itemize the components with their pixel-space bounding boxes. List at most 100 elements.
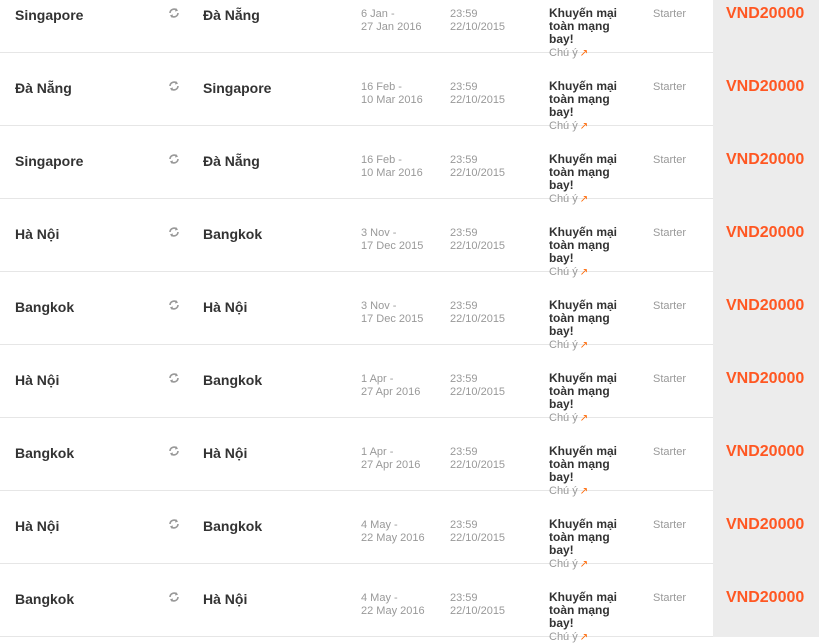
table-row[interactable]: Singapore Đà Nẵng 16 Feb - 10 Mar 2016 2… [0,126,819,205]
travel-start: 6 Jan - [361,8,395,20]
travel-end: 17 Dec 2015 [361,240,424,252]
deadline-time: 23:59 [450,519,478,531]
booking-deadline: 23:59 22/10/2015 [450,373,505,399]
travel-period: 16 Feb - 10 Mar 2016 [361,154,423,180]
swap-arrows-icon [167,6,181,20]
price-value[interactable]: VND20000 [726,151,804,169]
origin-city: Hà Nội [15,226,60,242]
deadline-date: 22/10/2015 [450,532,506,544]
table-row[interactable]: Hà Nội Bangkok 1 Apr - 27 Apr 2016 23:59… [0,345,819,424]
table-row[interactable]: Hà Nội Bangkok 4 May - 22 May 2016 23:59… [0,491,819,570]
origin-city: Singapore [15,153,84,169]
destination-city: Bangkok [203,518,263,534]
price-value[interactable]: VND20000 [726,78,804,96]
destination-city: Hà Nội [203,591,248,607]
price-value[interactable]: VND20000 [726,516,804,534]
deadline-time: 23:59 [450,592,478,604]
deadline-date: 22/10/2015 [450,167,506,179]
deadline-time: 23:59 [450,8,478,20]
travel-start: 4 May - [361,592,398,604]
swap-arrows-icon [167,444,181,458]
deadline-date: 22/10/2015 [450,94,506,106]
swap-arrows-icon [167,225,181,239]
fare-type: Starter [653,592,687,604]
promo-title: Khuyến mại toàn mạng bay! [549,298,618,338]
travel-start: 16 Feb - [361,81,402,93]
travel-period: 3 Nov - 17 Dec 2015 [361,227,423,253]
travel-end: 22 May 2016 [361,605,425,617]
origin-city: Bangkok [15,591,75,607]
price-value[interactable]: VND20000 [726,5,804,23]
promo-description: Khuyến mại toàn mạng bay! Chú ý ↗ [549,591,629,644]
table-row[interactable]: Bangkok Hà Nội 1 Apr - 27 Apr 2016 23:59… [0,418,819,497]
travel-start: 16 Feb - [361,154,402,166]
promo-title: Khuyến mại toàn mạng bay! [549,371,618,411]
travel-start: 1 Apr - [361,446,394,458]
travel-period: 1 Apr - 27 Apr 2016 [361,446,420,472]
origin-city: Singapore [15,7,84,23]
deadline-date: 22/10/2015 [450,386,506,398]
price-value[interactable]: VND20000 [726,297,804,315]
travel-end: 22 May 2016 [361,532,425,544]
fare-type: Starter [653,81,687,93]
travel-end: 27 Jan 2016 [361,21,422,33]
booking-deadline: 23:59 22/10/2015 [450,227,505,253]
deadline-time: 23:59 [450,81,478,93]
promo-title: Khuyến mại toàn mạng bay! [549,444,618,484]
travel-period: 6 Jan - 27 Jan 2016 [361,8,422,34]
origin-city: Bangkok [15,299,75,315]
origin-city: Bangkok [15,445,75,461]
booking-deadline: 23:59 22/10/2015 [450,592,505,618]
deadline-date: 22/10/2015 [450,459,506,471]
fare-type: Starter [653,519,687,531]
fare-type: Starter [653,8,687,20]
booking-deadline: 23:59 22/10/2015 [450,519,505,545]
destination-city: Đà Nẵng [203,153,260,169]
promo-title: Khuyến mại toàn mạng bay! [549,79,618,119]
origin-city: Đà Nẵng [15,80,72,96]
swap-arrows-icon [167,517,181,531]
travel-end: 10 Mar 2016 [361,167,423,179]
promo-fares-table: Singapore Đà Nẵng 6 Jan - 27 Jan 2016 23… [0,0,819,643]
swap-arrows-icon [167,371,181,385]
fare-type: Starter [653,300,687,312]
travel-start: 4 May - [361,519,398,531]
travel-period: 1 Apr - 27 Apr 2016 [361,373,420,399]
fare-type: Starter [653,446,687,458]
destination-city: Hà Nội [203,445,248,461]
table-row[interactable]: Bangkok Hà Nội 3 Nov - 17 Dec 2015 23:59… [0,272,819,351]
deadline-time: 23:59 [450,227,478,239]
table-row[interactable]: Đà Nẵng Singapore 16 Feb - 10 Mar 2016 2… [0,53,819,132]
booking-deadline: 23:59 22/10/2015 [450,300,505,326]
promo-title: Khuyến mại toàn mạng bay! [549,152,618,192]
table-row[interactable]: Hà Nội Bangkok 3 Nov - 17 Dec 2015 23:59… [0,199,819,278]
price-value[interactable]: VND20000 [726,224,804,242]
price-value[interactable]: VND20000 [726,589,804,607]
deadline-date: 22/10/2015 [450,21,506,33]
promo-title: Khuyến mại toàn mạng bay! [549,6,618,46]
booking-deadline: 23:59 22/10/2015 [450,8,505,34]
destination-city: Đà Nẵng [203,7,260,23]
travel-end: 10 Mar 2016 [361,94,423,106]
table-row[interactable]: Singapore Đà Nẵng 6 Jan - 27 Jan 2016 23… [0,0,819,59]
travel-period: 3 Nov - 17 Dec 2015 [361,300,423,326]
travel-period: 4 May - 22 May 2016 [361,519,425,545]
booking-deadline: 23:59 22/10/2015 [450,154,505,180]
deadline-date: 22/10/2015 [450,240,506,252]
destination-city: Singapore [203,80,272,96]
price-value[interactable]: VND20000 [726,443,804,461]
fare-type: Starter [653,154,687,166]
price-value[interactable]: VND20000 [726,370,804,388]
swap-arrows-icon [167,79,181,93]
table-row[interactable]: Bangkok Hà Nội 4 May - 22 May 2016 23:59… [0,564,819,643]
travel-period: 16 Feb - 10 Mar 2016 [361,81,423,107]
deadline-time: 23:59 [450,446,478,458]
deadline-time: 23:59 [450,154,478,166]
deadline-time: 23:59 [450,300,478,312]
swap-arrows-icon [167,590,181,604]
travel-start: 3 Nov - [361,227,397,239]
note-link[interactable]: Chú ý ↗ [549,631,629,644]
external-arrow-icon: ↗ [579,632,589,643]
promo-title: Khuyến mại toàn mạng bay! [549,517,618,557]
promo-title: Khuyến mại toàn mạng bay! [549,225,618,265]
